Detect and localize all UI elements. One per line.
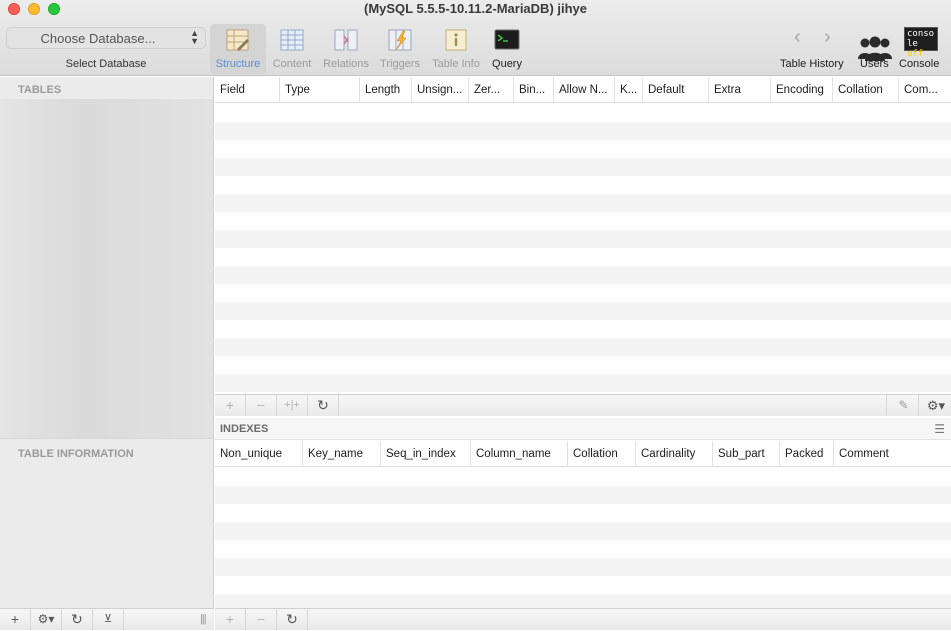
toolbar: (MySQL 5.5.5-10.11.2-MariaDB) jihye Choo…: [0, 0, 951, 76]
indexes-bottom-bar: + − ↻: [215, 608, 951, 630]
fields-bar-spacer: [339, 395, 887, 416]
content-icon: [280, 29, 304, 51]
tab-query-label: Query: [492, 58, 522, 70]
column-header-seq-in-index[interactable]: Seq_in_index: [381, 441, 471, 467]
indexes-title: INDEXES: [220, 423, 269, 435]
tables-section-header: TABLES: [18, 84, 62, 96]
sidebar-divider: [0, 438, 214, 439]
gear-icon[interactable]: ⚙▾: [31, 609, 62, 630]
indexes-grid-header: Non_unique Key_name Seq_in_index Column_…: [215, 441, 951, 467]
console-label: Console: [899, 58, 940, 70]
console-icon-text-2: le: [907, 39, 918, 49]
terminal-icon: [494, 29, 520, 50]
add-index-button[interactable]: +: [215, 609, 246, 630]
pencil-icon[interactable]: ✎: [889, 395, 919, 416]
duplicate-field-icon[interactable]: +|+: [277, 395, 308, 416]
window-title: (MySQL 5.5.5-10.11.2-MariaDB) jihye: [363, 1, 588, 16]
indexes-grid-body[interactable]: [215, 468, 951, 608]
column-header-cardinality[interactable]: Cardinality: [636, 441, 713, 467]
column-header-comment[interactable]: Com...: [899, 77, 951, 103]
column-header-binary[interactable]: Bin...: [514, 77, 554, 103]
column-header-encoding[interactable]: Encoding: [771, 77, 833, 103]
column-header-field[interactable]: Field: [215, 77, 280, 103]
console-icon-text-1: conso: [907, 29, 935, 39]
column-header-key[interactable]: K...: [615, 77, 643, 103]
column-header-index-comment[interactable]: Comment: [834, 441, 951, 467]
relations-icon: [334, 29, 358, 51]
resize-handle-icon[interactable]: |||: [200, 613, 207, 625]
refresh-indexes-button[interactable]: ↻: [277, 609, 308, 630]
column-header-extra[interactable]: Extra: [709, 77, 771, 103]
remove-field-button[interactable]: −: [246, 395, 277, 416]
column-header-zerofill[interactable]: Zer...: [469, 77, 514, 103]
column-header-non-unique[interactable]: Non_unique: [215, 441, 303, 467]
menu-icon[interactable]: ☰: [934, 422, 945, 436]
console-icon[interactable]: conso le off: [904, 27, 938, 59]
table-history-label: Table History: [780, 58, 844, 70]
table-information-header: TABLE INFORMATION: [18, 448, 134, 460]
updown-chevron-icon: ▲ ▼: [190, 28, 199, 46]
remove-index-button[interactable]: −: [246, 609, 277, 630]
column-header-collation[interactable]: Collation: [833, 77, 899, 103]
fields-grid-body[interactable]: [215, 104, 951, 394]
database-select[interactable]: Choose Database... ▲ ▼: [6, 27, 206, 49]
add-table-button[interactable]: +: [0, 609, 31, 630]
chevron-left-icon[interactable]: ‹: [794, 26, 801, 49]
structure-view: Field Type Length Unsign... Zer... Bin..…: [215, 77, 951, 608]
gear-icon[interactable]: ⚙▾: [921, 395, 951, 416]
column-header-sub-part[interactable]: Sub_part: [713, 441, 780, 467]
app-window: (MySQL 5.5.5-10.11.2-MariaDB) jihye Choo…: [0, 0, 951, 631]
column-header-length[interactable]: Length: [360, 77, 412, 103]
chevron-right-icon[interactable]: ›: [824, 26, 831, 49]
column-header-unsigned[interactable]: Unsign...: [412, 77, 469, 103]
tab-triggers[interactable]: Triggers: [372, 24, 428, 74]
sidebar: TABLES TABLE INFORMATION: [0, 77, 214, 608]
add-field-button[interactable]: +: [215, 395, 246, 416]
history-navigation: ‹ ›: [792, 26, 840, 50]
column-header-type[interactable]: Type: [280, 77, 360, 103]
fields-bottom-bar: + − +|+ ↻ ✎ ⚙▾: [215, 394, 951, 416]
column-header-column-name[interactable]: Column_name: [471, 441, 568, 467]
sidebar-bottom-bar: + ⚙▾ ↻ ⊻ |||: [0, 608, 214, 630]
triggers-icon: [388, 29, 412, 51]
column-header-default[interactable]: Default: [643, 77, 709, 103]
users-label: Users: [860, 58, 889, 70]
table-info-icon: [445, 29, 467, 51]
database-select-caption: Select Database: [65, 58, 147, 70]
tab-query[interactable]: Query: [479, 24, 535, 74]
refresh-tables-button[interactable]: ↻: [62, 609, 93, 630]
column-header-allow-null[interactable]: Allow N...: [554, 77, 615, 103]
refresh-fields-button[interactable]: ↻: [308, 395, 339, 416]
fields-grid-header: Field Type Length Unsign... Zer... Bin..…: [215, 77, 951, 103]
column-header-packed[interactable]: Packed: [780, 441, 834, 467]
structure-icon: [226, 29, 249, 51]
indexes-header: INDEXES ☰: [215, 418, 951, 440]
tables-list[interactable]: [0, 99, 213, 439]
filter-toggle-icon[interactable]: ⊻: [93, 609, 124, 630]
database-select-value: Choose Database...: [40, 31, 156, 46]
column-header-index-collation[interactable]: Collation: [568, 441, 636, 467]
column-header-key-name[interactable]: Key_name: [303, 441, 381, 467]
